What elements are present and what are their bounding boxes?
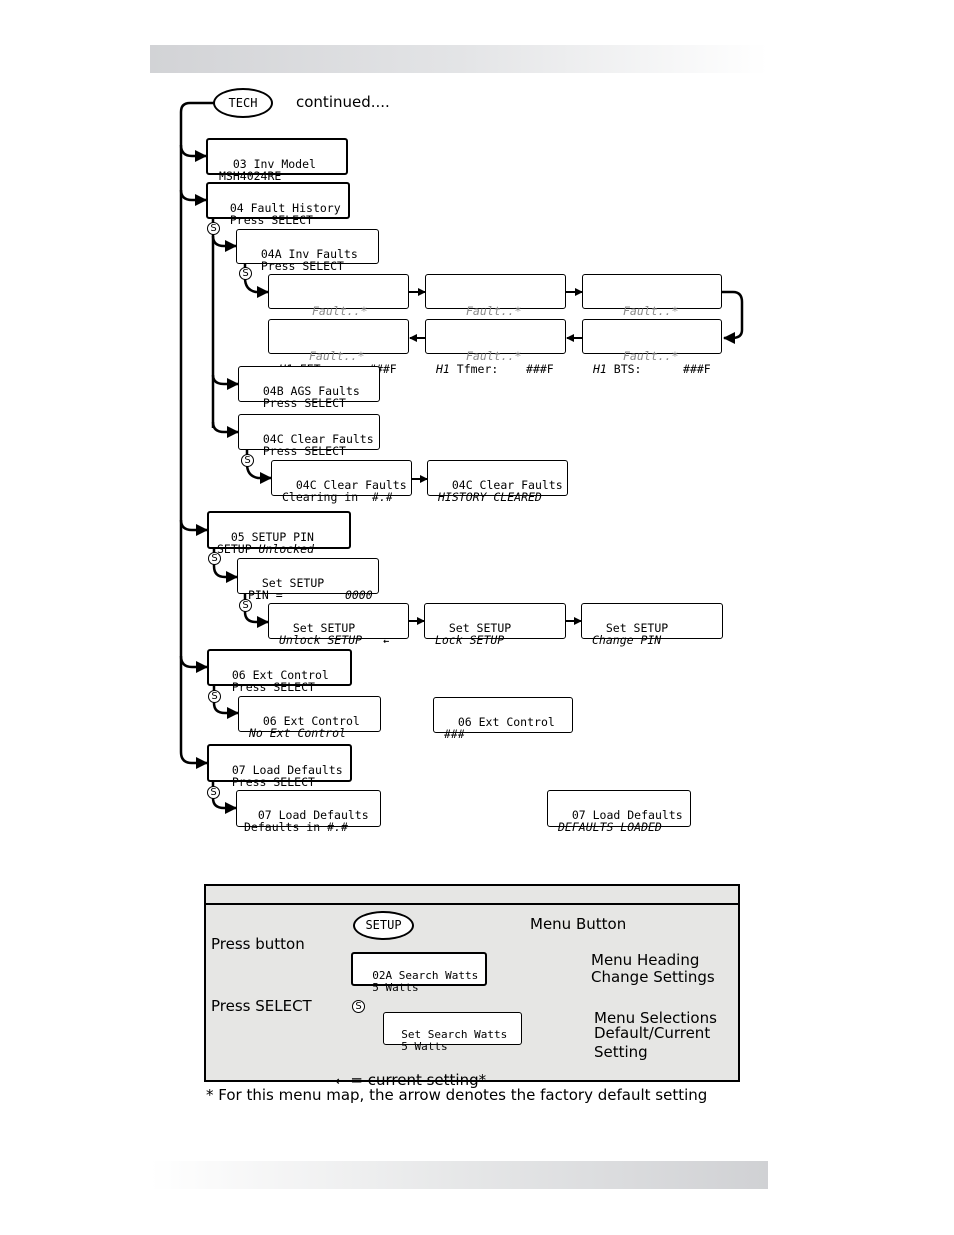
fault-value: Tfmer: ###F xyxy=(449,361,554,376)
to-04b xyxy=(211,374,239,390)
setup-option-lock[interactable]: Set SETUP Lock SETUP xyxy=(424,603,566,646)
legend-setting-label: Setting xyxy=(594,1043,648,1061)
menu-value: Press SELECT xyxy=(218,775,315,789)
menu-value: No Ext Control xyxy=(249,726,346,740)
to-06 xyxy=(179,655,208,673)
menu-04-fault-history[interactable]: 04 Fault History Press SELECT xyxy=(206,182,350,226)
menu-05-setup-pin[interactable]: 05 SETUP PIN SETUP Unlocked xyxy=(207,511,351,555)
option-value: Change PIN xyxy=(592,633,662,647)
menu-06-no-ext-control[interactable]: 06 Ext Control No Ext Control xyxy=(238,696,381,739)
menu-value: Press SELECT xyxy=(249,396,346,410)
fault-screen-vdc-dca[interactable]: Fault..*H1 VDC DCA xyxy=(582,274,722,330)
legend-header xyxy=(206,886,738,905)
menu-value: Press SELECT xyxy=(249,444,346,458)
legend-menu-button-label: Menu Button xyxy=(530,915,627,933)
legend-press-select-label: Press SELECT xyxy=(211,997,312,1015)
fault-screen-bts[interactable]: Fault..* H1 BTS: ###F xyxy=(582,319,722,375)
legend-selection-box: Set Search Watts 5 Watts xyxy=(383,1012,522,1053)
default-arrow-icon: ← xyxy=(383,636,390,647)
menu-value: Press SELECT xyxy=(247,259,344,273)
legend-setup-button: SETUP xyxy=(353,911,414,940)
countdown-value: #.# xyxy=(327,820,348,834)
menu-value: SETUP xyxy=(217,542,259,556)
menu-value: Press SELECT xyxy=(216,213,313,227)
legend-change-settings-label: Change Settings xyxy=(591,968,715,986)
menu-value: PIN = xyxy=(248,588,345,602)
menu-07-defaults-in[interactable]: 07 Load Defaults Defaults in #.# xyxy=(236,790,381,833)
menu-06-ext-control[interactable]: 06 Ext Control Press SELECT xyxy=(207,649,352,693)
continued-label: continued.... xyxy=(296,93,390,111)
option-value: Unlock SETUP xyxy=(279,633,363,647)
menu-04c-clear-faults[interactable]: 04C Clear Faults Press SELECT xyxy=(238,414,380,457)
legend-default-current-label: Default/Current xyxy=(594,1024,711,1042)
legend-heading-box: 02A Search Watts 5 Watts xyxy=(351,952,487,994)
option-value: Lock SETUP xyxy=(435,633,505,647)
legend-current-setting-note: ← = current setting* xyxy=(326,1053,487,1089)
setup-option-unlock[interactable]: Set SETUP Unlock SETUP ← xyxy=(268,603,409,647)
menu-value: Press SELECT xyxy=(218,680,315,694)
menu-heading: 02A Search Watts xyxy=(372,968,479,982)
menu-value: ### xyxy=(444,727,465,741)
fault-screen-fets[interactable]: Fault..*H1 FETs: ###F xyxy=(268,319,409,375)
fault-screen-status[interactable]: Fault..*H1 Status.. xyxy=(425,274,566,330)
fault-index: H1 xyxy=(436,361,450,376)
menu-heading: Set Search Watts xyxy=(401,1027,508,1041)
setup-status: Unlocked xyxy=(258,542,314,556)
to-03 xyxy=(179,144,207,162)
menu-04c-cleared[interactable]: 04C Clear Faults HISTORY CLEARED xyxy=(427,460,568,503)
menu-05-set-pin[interactable]: Set SETUP PIN = 0000 xyxy=(237,558,379,601)
to-07 xyxy=(179,751,208,769)
menu-value: HISTORY CLEARED xyxy=(438,490,542,504)
menu-heading: 06 Ext Control xyxy=(457,714,555,729)
menu-04c-clearing[interactable]: 04C Clear Faults Clearing in #.# xyxy=(271,460,412,503)
legend-menu-heading-label: Menu Heading xyxy=(591,951,700,969)
menu-value: 5 Watts xyxy=(359,981,419,994)
menu-value: DEFAULTS LOADED xyxy=(558,820,662,834)
menu-value: MSH4024RE xyxy=(219,169,282,183)
menu-03-inv-model[interactable]: 03 Inv Model MSH4024RE xyxy=(206,138,348,182)
fault-cycle-curve xyxy=(722,290,744,344)
footer-band xyxy=(150,1161,768,1189)
to-04c xyxy=(211,421,239,438)
fault-screen-time[interactable]: Fault..*H1 D- 0 HH:MM xyxy=(268,274,409,330)
menu-value: Clearing in xyxy=(282,490,373,504)
legend-press-button-label: Press button xyxy=(211,935,305,953)
menu-04a-inv-faults[interactable]: 04A Inv Faults Press SELECT xyxy=(236,229,379,272)
fault-index: H1 xyxy=(593,361,607,376)
tech-button[interactable]: TECH xyxy=(213,88,273,118)
fault-screen-tfmer[interactable]: Fault..* H1 Tfmer: ###F xyxy=(425,319,566,375)
menu-07-load-defaults[interactable]: 07 Load Defaults Press SELECT xyxy=(207,744,352,788)
menu-value: Defaults in xyxy=(244,820,328,834)
to-05 xyxy=(179,519,208,536)
setup-option-change-pin[interactable]: Set SETUP Change PIN xyxy=(581,603,723,646)
footnote: * For this menu map, the arrow denotes t… xyxy=(206,1086,708,1104)
menu-06-ext-control-value[interactable]: 06 Ext Control ### xyxy=(433,697,573,740)
menu-04b-ags-faults[interactable]: 04B AGS Faults Press SELECT xyxy=(238,366,380,409)
header-band xyxy=(150,45,768,73)
countdown-value: #.# xyxy=(372,490,393,504)
menu-07-defaults-loaded[interactable]: 07 Load Defaults DEFAULTS LOADED xyxy=(547,790,691,833)
to-04 xyxy=(179,189,207,206)
fault-value: BTS: ###F xyxy=(606,361,711,376)
menu-value: 5 Watts xyxy=(388,1040,448,1053)
pin-value: 0000 xyxy=(344,588,373,602)
